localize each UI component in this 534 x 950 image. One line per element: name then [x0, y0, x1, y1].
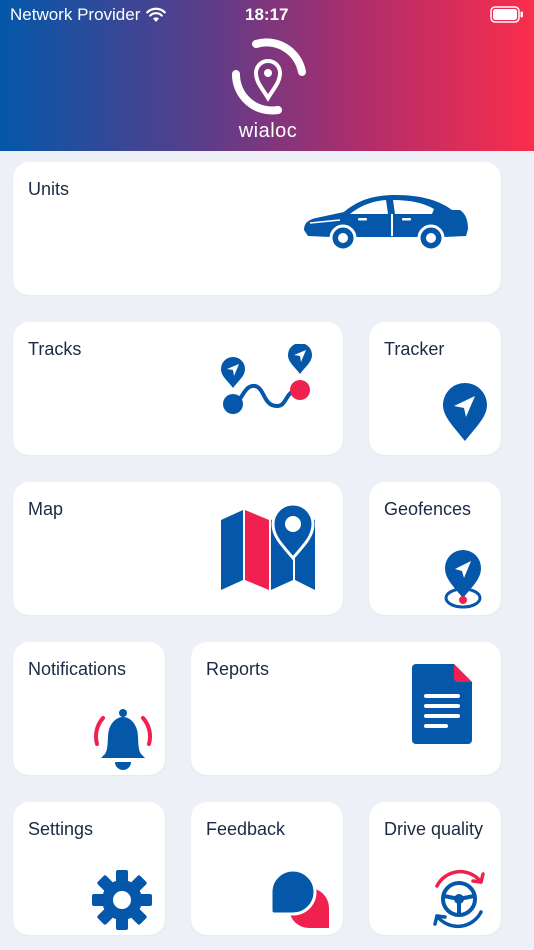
tile-tracker-label: Tracker	[384, 339, 445, 359]
tile-feedback[interactable]: Feedback	[191, 802, 343, 935]
tile-feedback-label: Feedback	[206, 819, 286, 839]
status-bar: Network Provider 18:17	[0, 0, 534, 30]
navigation-pin-icon	[443, 383, 487, 441]
tile-settings[interactable]: Settings	[13, 802, 165, 935]
app-header: Network Provider 18:17 wialoc	[0, 0, 534, 151]
car-icon	[304, 195, 468, 252]
tile-geofences-label: Geofences	[384, 499, 472, 519]
carrier-name: Network Provider	[10, 5, 141, 24]
tile-reports[interactable]: Reports	[191, 642, 501, 775]
tile-drive-quality[interactable]: Drive quality	[369, 802, 501, 935]
document-icon	[412, 664, 472, 744]
tile-notifications-label: Notifications	[28, 659, 127, 679]
brand-name: wialoc	[238, 120, 298, 142]
carrier-group: Network Provider	[10, 5, 167, 25]
wialoc-logo-icon	[231, 38, 306, 115]
tile-geofences[interactable]: Geofences	[369, 482, 501, 615]
chat-bubbles-icon	[269, 868, 329, 928]
wifi-icon	[146, 7, 167, 22]
bell-icon	[93, 709, 153, 770]
tile-settings-label: Settings	[28, 819, 94, 839]
tile-drive-quality-label: Drive quality	[384, 819, 484, 839]
tile-reports-label: Reports	[206, 659, 270, 679]
status-time: 18:17	[245, 5, 289, 24]
tile-tracks-label: Tracks	[28, 339, 82, 359]
battery-icon	[490, 6, 523, 23]
tile-tracker[interactable]: Tracker	[369, 322, 501, 455]
geofence-pin-icon	[444, 550, 482, 609]
map-icon	[221, 502, 315, 590]
tile-tracks[interactable]: Tracks	[13, 322, 343, 455]
tile-notifications[interactable]: Notifications	[13, 642, 165, 775]
brand-logo: wialoc	[226, 36, 310, 146]
tile-map-label: Map	[28, 499, 64, 519]
tile-map[interactable]: Map	[13, 482, 343, 615]
gear-icon	[92, 870, 152, 930]
route-icon	[221, 344, 312, 414]
tile-units[interactable]: Units	[13, 162, 501, 295]
steering-wheel-icon	[433, 869, 485, 929]
tile-units-label: Units	[28, 179, 70, 199]
